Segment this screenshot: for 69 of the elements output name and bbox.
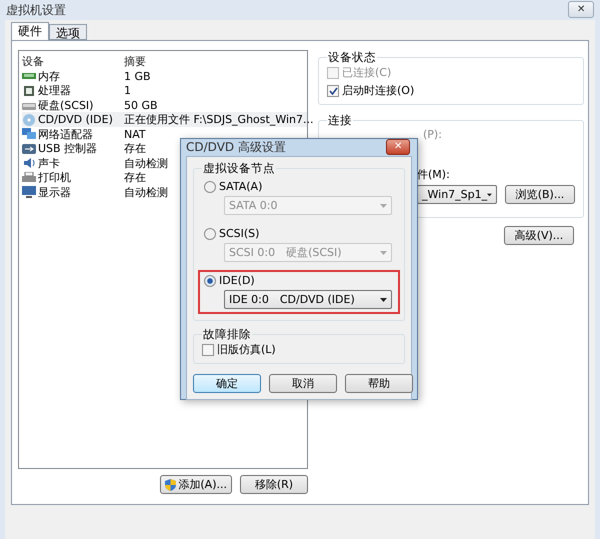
radio-label: SCSI(S) bbox=[219, 227, 260, 240]
dialog-button[interactable]: 帮助 bbox=[345, 374, 413, 393]
chip-icon bbox=[22, 84, 36, 96]
device-row[interactable]: 硬盘(SCSI) 50 GB bbox=[22, 98, 307, 112]
device-summary: 正在使用文件 F:\SDJS_Ghost_Win7... bbox=[124, 112, 314, 127]
radio-button[interactable] bbox=[204, 180, 216, 192]
disc-icon bbox=[22, 114, 36, 126]
caret-icon bbox=[380, 298, 387, 302]
add-button[interactable]: 添加(A)... bbox=[160, 475, 232, 494]
checkbox-label: 旧版仿真(L) bbox=[217, 342, 276, 357]
shield-icon bbox=[165, 478, 176, 490]
checkbox-label: 已连接(C) bbox=[342, 65, 392, 80]
checkbox[interactable] bbox=[202, 344, 214, 356]
caret-icon bbox=[487, 192, 492, 196]
device-name: 声卡 bbox=[38, 156, 60, 170]
radio-label: IDE(D) bbox=[219, 274, 255, 287]
device-summary: 1 bbox=[124, 84, 131, 97]
device-name: 打印机 bbox=[38, 170, 71, 185]
checkbox[interactable] bbox=[327, 84, 339, 96]
dialog-title: CD/DVD 高级设置 bbox=[186, 139, 286, 156]
column-header: 摘要 bbox=[124, 54, 147, 69]
monitor-icon bbox=[22, 186, 36, 198]
device-summary: 1 GB bbox=[124, 70, 151, 82]
memory-chip-icon bbox=[22, 70, 36, 82]
caret-icon bbox=[380, 250, 387, 254]
group-title: 连接 bbox=[327, 113, 353, 128]
radio-button[interactable] bbox=[204, 228, 216, 240]
device-name: 内存 bbox=[38, 68, 60, 84]
device-row[interactable]: 处理器 1 bbox=[22, 83, 307, 98]
group-title: 设备状态 bbox=[327, 50, 377, 65]
device-summary: 50 GB bbox=[124, 98, 158, 112]
printer-icon bbox=[22, 172, 36, 184]
radio-label: SATA(A) bbox=[219, 180, 262, 193]
tab[interactable]: 选项 bbox=[49, 24, 87, 40]
checkbox-label: 启动时连接(O) bbox=[342, 83, 414, 98]
device-summary: 自动检测 bbox=[124, 184, 168, 200]
browse-button[interactable]: 浏览(B)... bbox=[505, 185, 575, 204]
caret-icon bbox=[380, 204, 387, 208]
column-header: 设备 bbox=[22, 54, 45, 69]
dialog-button[interactable]: 确定 bbox=[193, 374, 261, 393]
window-title: 虚拟机设置 bbox=[6, 2, 66, 18]
network-icon bbox=[22, 128, 36, 140]
device-name: 显示器 bbox=[38, 184, 71, 200]
device-row[interactable]: 内存 1 GB bbox=[22, 68, 307, 83]
node-combo[interactable]: IDE 0:0 CD/DVD (IDE) bbox=[224, 290, 392, 309]
device-summary: 存在 bbox=[124, 170, 146, 185]
dialog-button[interactable]: 取消 bbox=[269, 374, 337, 393]
device-row[interactable]: 网络适配器 NAT bbox=[22, 126, 307, 141]
remove-button[interactable]: 移除(R) bbox=[240, 475, 308, 494]
radio-label: 件(M): bbox=[417, 167, 450, 182]
group-title: 虚拟设备节点 bbox=[202, 161, 276, 176]
device-name: 网络适配器 bbox=[38, 126, 93, 142]
device-name: USB 控制器 bbox=[38, 141, 98, 156]
iso-path-combo[interactable]: _Win7_Sp1_ bbox=[417, 185, 497, 204]
device-name: 处理器 bbox=[38, 83, 71, 98]
close-button[interactable]: ✕ bbox=[568, 1, 594, 18]
device-name: CD/DVD (IDE) bbox=[38, 113, 113, 126]
radio-button[interactable] bbox=[204, 274, 216, 286]
device-summary: 自动检测 bbox=[124, 156, 168, 170]
usb-icon bbox=[22, 142, 36, 154]
tab[interactable]: 硬件 bbox=[11, 22, 49, 40]
checkmark-icon bbox=[328, 86, 338, 94]
device-summary: 存在 bbox=[124, 141, 146, 156]
device-name: 硬盘(SCSI) bbox=[38, 98, 94, 112]
device-summary: NAT bbox=[124, 128, 146, 140]
group-title: 故障排除 bbox=[202, 327, 252, 342]
speaker-icon bbox=[22, 157, 36, 169]
advanced-button[interactable]: 高级(V)... bbox=[504, 226, 574, 245]
radio-label: (P): bbox=[423, 128, 442, 141]
